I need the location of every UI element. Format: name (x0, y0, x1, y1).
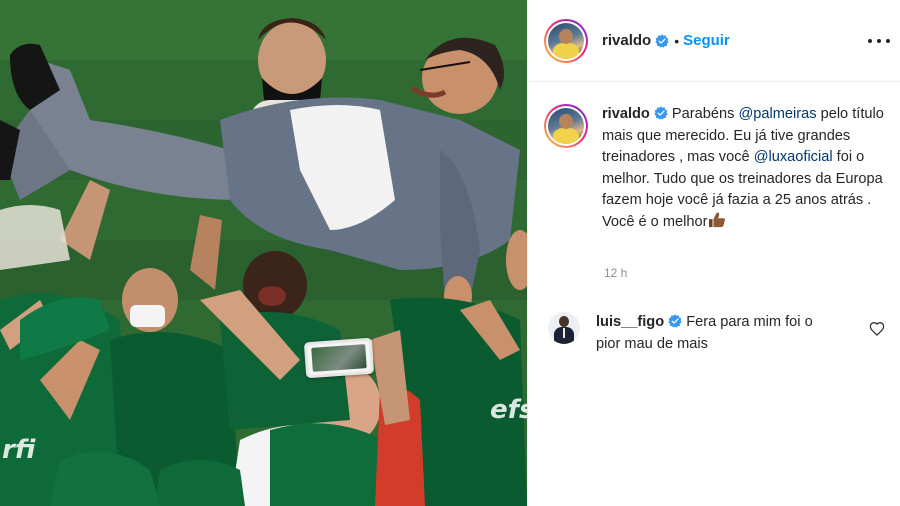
verified-badge-icon (654, 106, 668, 120)
verified-badge-icon (668, 314, 682, 328)
caption-author-avatar[interactable] (544, 104, 588, 148)
celebration-photo-illustration (0, 0, 527, 506)
caption-author-avatar-image (548, 108, 584, 144)
author-avatar-image (548, 22, 584, 59)
mention-link[interactable]: @palmeiras (738, 106, 816, 122)
instagram-post: efs rfi rivaldo • Seguir (0, 0, 900, 506)
author-avatar[interactable] (544, 18, 588, 63)
comment-text: luis__figo Fera para mim foi o pior mau … (596, 312, 841, 355)
smartphone-in-photo (303, 337, 375, 379)
separator-dot: • (674, 32, 680, 49)
post-caption: rivaldo Parabéns @palmeiras pelo título … (544, 104, 884, 233)
post-timestamp[interactable]: 12 h (604, 266, 627, 280)
caption-text-segment: Parabéns (671, 106, 739, 122)
verified-badge-icon (655, 33, 669, 48)
more-options-icon[interactable] (868, 30, 890, 52)
caption-username[interactable]: rivaldo (602, 106, 650, 122)
commenter-username[interactable]: luis__figo (596, 314, 664, 330)
caption-text: rivaldo Parabéns @palmeiras pelo título … (602, 104, 884, 233)
smartphone-screen (311, 344, 367, 372)
jersey-print: efs (490, 395, 527, 425)
jersey-print: rfi (2, 435, 36, 465)
post-photo[interactable]: efs rfi (0, 0, 527, 506)
mention-link[interactable]: @luxaoficial (754, 149, 833, 165)
follow-button[interactable]: Seguir (683, 32, 730, 49)
heart-icon[interactable] (869, 321, 885, 337)
author-username[interactable]: rivaldo (602, 32, 651, 49)
post-header: rivaldo • Seguir (528, 0, 900, 82)
thumbs-up-emoji-icon (709, 212, 726, 227)
post-side-panel: rivaldo • Seguir rivaldo Parabéns @palme… (527, 0, 900, 506)
comment-item: luis__figo Fera para mim foi o pior mau … (544, 312, 889, 355)
commenter-avatar[interactable] (548, 312, 580, 344)
